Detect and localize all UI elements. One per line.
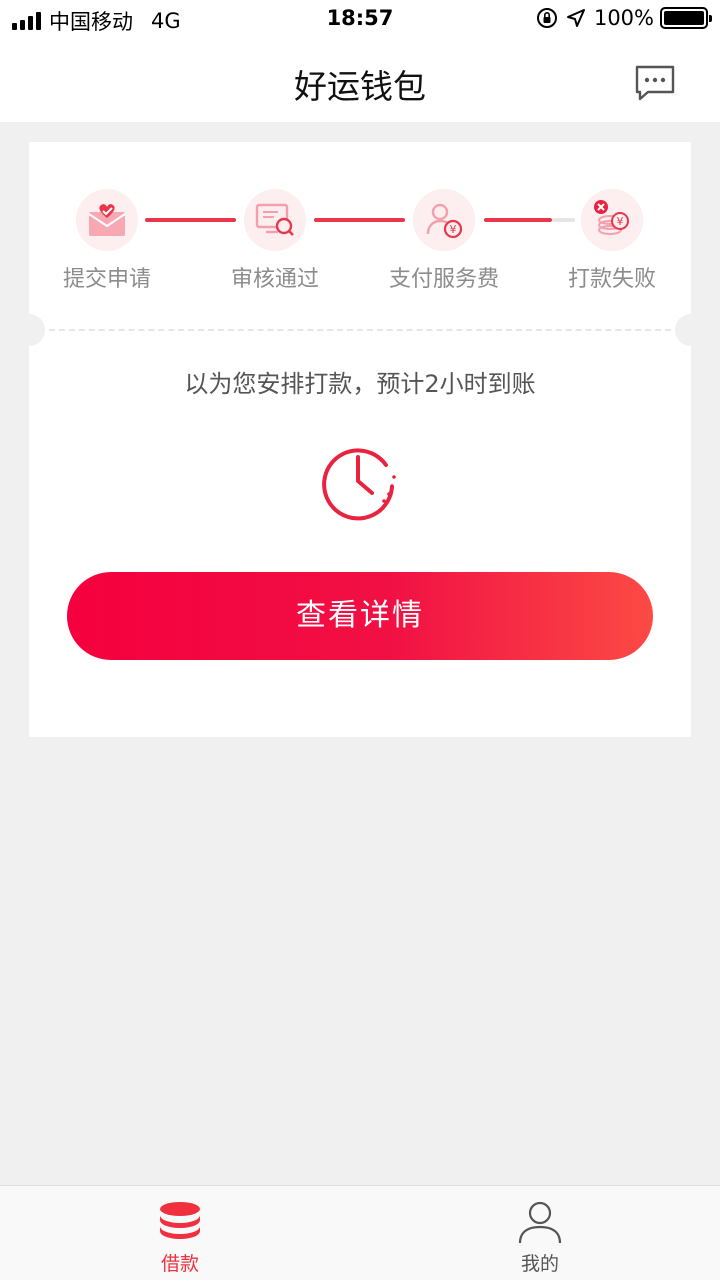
chat-bubble-icon[interactable] (634, 64, 676, 102)
step-payout-failed: ¥ (581, 189, 643, 251)
location-arrow-icon (566, 9, 585, 27)
monitor-search-icon (255, 203, 294, 236)
envelope-heart-icon (88, 204, 126, 236)
step-label-service-fee: 支付服务费 (388, 267, 499, 292)
card-notch-left (13, 314, 45, 346)
user-yuan-icon: ¥ (426, 203, 463, 239)
tab-bar: 借款 我的 (0, 1185, 720, 1280)
coin-stack-icon (160, 1202, 200, 1239)
tab-label-loan: 借款 (160, 1253, 199, 1275)
svg-text:¥: ¥ (450, 223, 457, 236)
status-bar-left: 中国移动 4G (12, 6, 181, 36)
network-type: 4G (151, 9, 181, 33)
card-notch-right (675, 314, 707, 346)
step-connector-2 (314, 218, 405, 222)
coins-error-icon: ¥ (594, 200, 629, 235)
rotation-lock-icon (536, 8, 557, 28)
person-icon (518, 1201, 562, 1244)
step-connector-3-done (484, 218, 552, 222)
tab-mine[interactable]: 我的 (360, 1186, 720, 1280)
tab-loan[interactable]: 借款 (0, 1186, 360, 1280)
step-service-fee: ¥ (413, 189, 475, 251)
tab-label-mine: 我的 (520, 1253, 559, 1275)
card-divider (49, 329, 671, 331)
progress-steps: 提交申请 审核通过 ¥ 支付服务费 ¥ 打款失败 (29, 142, 691, 317)
step-label-payout-failed: 打款失败 (567, 267, 656, 292)
step-label-review: 审核通过 (230, 267, 319, 292)
step-connector-3-pending (552, 218, 575, 222)
svg-text:¥: ¥ (617, 215, 624, 228)
loan-status-card: 提交申请 审核通过 ¥ 支付服务费 ¥ 打款失败 以为您安排打款，预计2小时到账… (13, 142, 707, 737)
status-bar: 中国移动 4G 18:57 100% (0, 0, 720, 40)
page-title: 好运钱包 (294, 67, 426, 106)
carrier-name: 中国移动 (49, 10, 133, 34)
status-bar-right: 100% (536, 6, 712, 30)
step-submit (76, 189, 138, 251)
step-review (244, 189, 306, 251)
battery-icon (660, 7, 712, 29)
step-connector-1 (145, 218, 236, 222)
clock-icon (322, 448, 396, 521)
step-label-submit: 提交申请 (62, 267, 151, 292)
battery-percent: 100% (593, 6, 654, 30)
view-details-button[interactable]: 查看详情 (67, 572, 653, 660)
signal-icon (12, 12, 41, 30)
status-message: 以为您安排打款，预计2小时到账 (184, 370, 536, 398)
nav-bar: 好运钱包 (0, 40, 720, 122)
